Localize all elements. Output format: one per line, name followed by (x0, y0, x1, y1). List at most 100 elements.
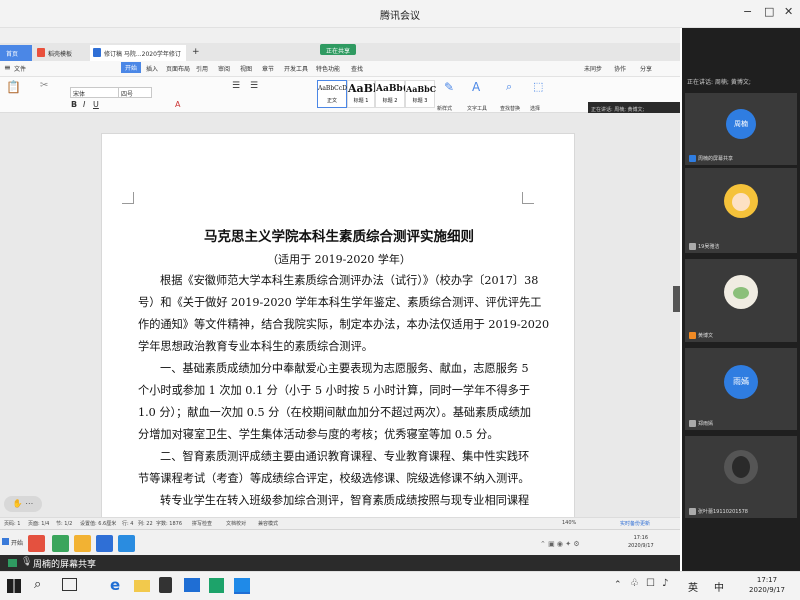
menu-search[interactable]: 查找 (351, 64, 363, 73)
align-left-icon[interactable]: ☰ (232, 81, 240, 91)
search-icon[interactable]: ⌕ (34, 577, 50, 593)
tencent-meeting-icon[interactable] (234, 578, 250, 594)
mic-icon[interactable]: 🎙 (21, 557, 32, 567)
speaking-icon (689, 332, 696, 339)
hand-tool-button[interactable]: ✋ ⋯ (4, 496, 42, 512)
tray-bluetooth-icon[interactable]: ♧ (630, 578, 639, 589)
document-page[interactable]: 马克思主义学院本科生素质综合测评实施细则 （适用于 2019-2020 学年） … (101, 133, 575, 553)
tab-document[interactable]: 修订稿 马院...2020学年修订 (90, 45, 186, 61)
edge-icon[interactable]: e (110, 576, 126, 594)
menu-file[interactable]: 文件 (14, 64, 26, 73)
cut-icon[interactable]: ✂ (40, 80, 48, 91)
menu-developer[interactable]: 开发工具 (284, 64, 308, 73)
menu-collaborate[interactable]: 协作 (614, 64, 626, 73)
find-replace-button[interactable]: 查找替换 (500, 105, 520, 112)
clock-date: 2020/9/17 (749, 586, 785, 594)
select-icon[interactable]: ⬚ (533, 80, 543, 93)
file-explorer-icon[interactable] (134, 580, 150, 592)
wps-ribbon: 📋 ✂ 宋体 四号 B I U A ☰ ☰ AaBbCcDd 正文 AaBl 标… (0, 77, 680, 113)
font-size-select[interactable]: 四号 (118, 87, 152, 98)
sharing-pill[interactable]: 正在共享 (320, 44, 357, 55)
avatar-cartoon-icon (733, 287, 749, 299)
style-normal[interactable]: AaBbCcDd 正文 (317, 80, 351, 108)
underline-button[interactable]: U (93, 100, 99, 109)
inner-app-icon[interactable] (74, 535, 91, 552)
windows-start-icon[interactable] (7, 579, 21, 593)
clock-time: 17:17 (756, 576, 778, 584)
doc-line: 作的通知》等文件精神，结合我院实际，制定本办法，本办法仅适用于 2019-202… (138, 318, 550, 331)
paste-icon[interactable]: 📋 (6, 80, 21, 94)
italic-button[interactable]: I (83, 100, 85, 109)
style-heading3[interactable]: AaBbC 标题 3 (405, 80, 436, 108)
input-mode-indicator[interactable]: 中 (714, 579, 724, 594)
window-titlebar: 腾讯会议 − □ ✕ (0, 0, 800, 28)
menu-unsynced[interactable]: 未同步 (584, 64, 602, 73)
style-normal-name: 正文 (326, 98, 337, 104)
mail-icon[interactable] (184, 578, 200, 592)
menu-references[interactable]: 引用 (196, 64, 208, 73)
select-button[interactable]: 选择 (530, 105, 540, 112)
menu-review[interactable]: 审阅 (218, 64, 230, 73)
mic-off-icon (689, 420, 696, 427)
page-corner-mark (522, 192, 534, 204)
inner-time: 17:16 (633, 535, 649, 541)
menu-page-layout[interactable]: 页面布局 (166, 64, 190, 73)
close-button[interactable]: ✕ (784, 5, 793, 18)
participant-name-text: 黄博文 (698, 333, 714, 339)
style-heading1-name: 标题 1 (353, 98, 369, 104)
new-style-icon[interactable]: ✎ (444, 80, 454, 94)
inner-wps-icon[interactable] (96, 535, 113, 552)
menu-view[interactable]: 视图 (240, 64, 252, 73)
menu-section[interactable]: 章节 (262, 64, 274, 73)
store-icon[interactable] (159, 577, 172, 593)
participant-tile[interactable]: 雨嫣 郑雨嫣 (685, 348, 797, 430)
menu-insert[interactable]: 插入 (146, 64, 158, 73)
menu-icon[interactable]: ≡ (4, 63, 11, 72)
maximize-button[interactable]: □ (764, 5, 774, 18)
tray-network-icon[interactable]: ☐ (646, 578, 655, 589)
bold-button[interactable]: B (71, 100, 77, 109)
task-view-icon[interactable] (62, 578, 77, 591)
participant-avatar (724, 275, 758, 309)
menu-features[interactable]: 特色功能 (316, 64, 340, 73)
inner-start-button[interactable]: 开始 (2, 538, 23, 547)
status-doc-check[interactable]: 文档校对 (226, 520, 246, 527)
style-heading1[interactable]: AaBl 标题 1 (347, 80, 377, 108)
menu-share[interactable]: 分享 (640, 64, 652, 73)
collapse-panel-handle[interactable] (673, 286, 680, 312)
participant-tile[interactable]: 黄博文 (685, 259, 797, 342)
style-heading2[interactable]: AaBb( 标题 2 (375, 80, 407, 108)
participant-tile[interactable]: 张叶蕾19110201578 (685, 436, 797, 518)
new-style-button[interactable]: 新样式 (437, 105, 452, 112)
doc-line: 转专业学生在转入班级参加综合测评，智育素质成绩按照与现专业相同课程 (160, 494, 530, 507)
wechat-icon[interactable] (209, 578, 224, 593)
inner-tray-icons[interactable]: ⌃ ▣ ◉ ✦ ⚙ (540, 540, 580, 548)
text-tool-button[interactable]: 文字工具 (467, 105, 487, 112)
font-color-button[interactable]: A (175, 100, 180, 109)
participant-tile[interactable]: 19吴雅洁 (685, 168, 797, 253)
inner-app-icon[interactable] (28, 535, 45, 552)
align-center-icon[interactable]: ☰ (250, 81, 258, 91)
participant-name: 郑雨嫣 (688, 420, 713, 427)
inner-start-label: 开始 (11, 540, 24, 547)
status-word-count[interactable]: 字数: 1876 (156, 520, 182, 527)
language-indicator[interactable]: 英 (688, 579, 698, 594)
add-tab-button[interactable]: + (188, 43, 204, 59)
minimize-button[interactable]: − (743, 5, 752, 18)
menu-home[interactable]: 开始 (121, 62, 142, 73)
participant-tile[interactable]: 周楠 周楠的屏幕共享 (685, 93, 797, 165)
inner-app-icon[interactable] (52, 535, 69, 552)
zoom-level[interactable]: 140% (562, 520, 576, 526)
backup-status[interactable]: 实时备份更新 (620, 520, 650, 527)
system-clock[interactable]: 17:17 2020/9/17 (738, 575, 796, 595)
tab-docer[interactable]: 稻壳模板 (34, 45, 88, 61)
tray-chevron-icon[interactable]: ⌃ (614, 580, 622, 590)
tray-volume-icon[interactable]: ♪ (662, 578, 668, 589)
tab-home[interactable]: 首页 (0, 45, 32, 61)
text-tool-icon[interactable]: A (472, 80, 480, 94)
status-spell-check[interactable]: 拼写检查 (192, 520, 212, 527)
find-replace-icon[interactable]: ⌕ (506, 80, 512, 94)
document-title: 马克思主义学院本科生素质综合测评实施细则 (204, 229, 474, 245)
status-page-num: 页码: 1 (4, 521, 21, 527)
inner-meeting-icon[interactable] (118, 535, 135, 552)
